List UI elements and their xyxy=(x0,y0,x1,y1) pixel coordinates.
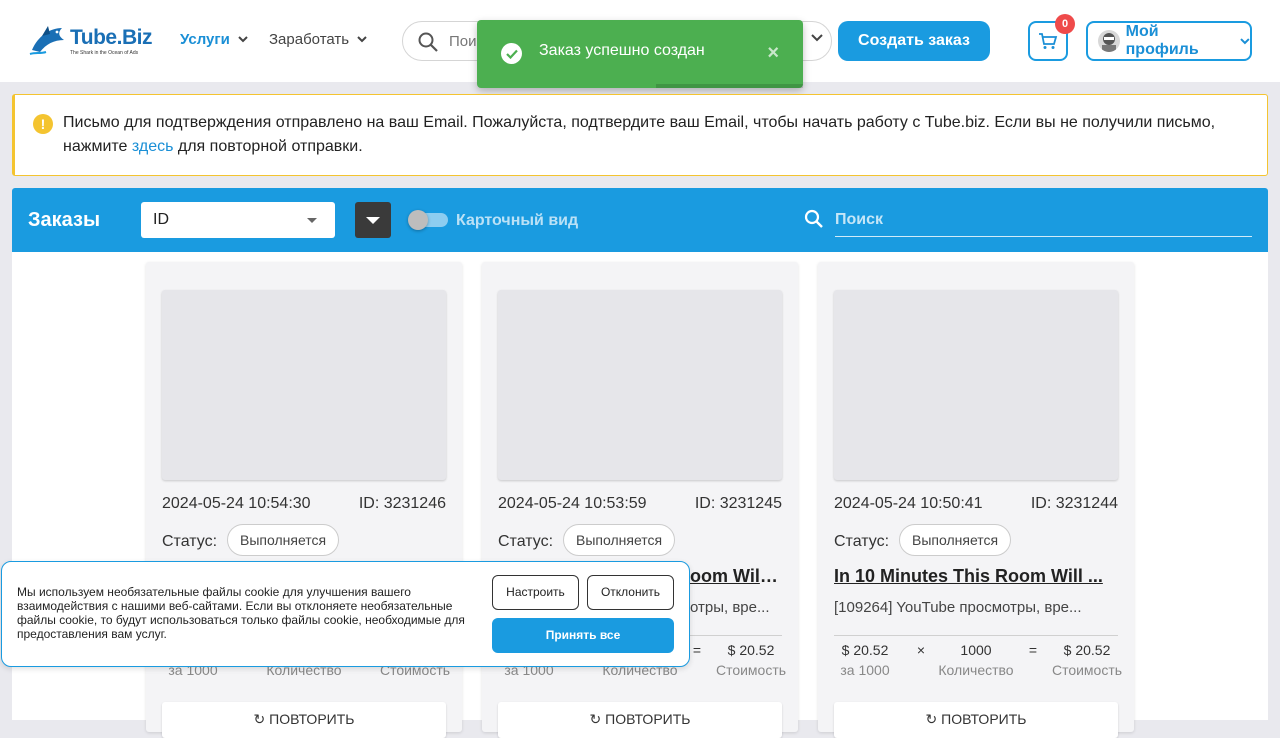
warning-text: Письмо для подтверждения отправлено на в… xyxy=(63,111,1253,159)
header-search-placeholder: Пои xyxy=(449,33,477,50)
orders-search-placeholder: Поиск xyxy=(835,211,884,228)
orders-toolbar: Заказы ID Карточный вид Поиск xyxy=(12,188,1268,252)
avatar-icon xyxy=(1102,33,1116,52)
equals-sign: = xyxy=(692,642,702,658)
search-icon xyxy=(804,209,823,228)
cookie-decline-button[interactable]: Отклонить xyxy=(587,575,674,610)
equals-sign: = xyxy=(1028,642,1038,658)
search-icon xyxy=(418,32,438,52)
order-cost: $ 20.52 xyxy=(1063,642,1111,658)
repeat-button[interactable]: ↻ ПОВТОРИТЬ xyxy=(498,702,782,738)
cost-label: Стоимость xyxy=(1051,662,1123,678)
order-date: 2024-05-24 10:54:30 xyxy=(162,495,311,512)
chevron-down-icon xyxy=(1240,37,1250,44)
close-icon[interactable]: × xyxy=(767,42,779,65)
order-title[interactable]: oom Will ... xyxy=(690,566,782,587)
status-badge: Выполняется xyxy=(227,524,340,556)
nav-services[interactable]: Услуги xyxy=(180,31,248,48)
cart-count-badge: 0 xyxy=(1055,14,1075,34)
order-id: ID: 3231244 xyxy=(1030,495,1118,512)
status-label: Статус: xyxy=(162,533,218,550)
caret-down-icon xyxy=(366,217,380,224)
repeat-icon: ↻ xyxy=(253,711,270,727)
toast-message: Заказ успешно создан xyxy=(539,42,705,59)
warning-icon: ! xyxy=(33,114,53,134)
chevron-down-icon[interactable] xyxy=(811,34,823,42)
cookie-configure-button[interactable]: Настроить xyxy=(492,575,579,610)
repeat-label: ПОВТОРИТЬ xyxy=(269,711,355,727)
video-thumbnail[interactable] xyxy=(834,290,1118,480)
order-date: 2024-05-24 10:50:41 xyxy=(834,495,983,512)
repeat-label: ПОВТОРИТЬ xyxy=(941,711,1027,727)
email-warning-banner: ! Письмо для подтверждения отправлено на… xyxy=(12,94,1268,176)
cart-icon xyxy=(1039,33,1058,49)
sort-direction-button[interactable] xyxy=(355,202,391,238)
divider xyxy=(834,635,1118,636)
profile-menu-button[interactable]: Мой профиль xyxy=(1086,21,1252,61)
times-sign: × xyxy=(916,642,926,658)
order-id: ID: 3231245 xyxy=(694,495,782,512)
sort-field-select[interactable]: ID xyxy=(141,202,335,238)
repeat-icon: ↻ xyxy=(925,711,942,727)
video-thumbnail[interactable] xyxy=(498,290,782,480)
logo-tagline: The Shark in the Ocean of Ads xyxy=(70,50,139,56)
cookie-consent-banner: Мы используем необязательные файлы cooki… xyxy=(1,561,690,667)
profile-label: Мой профиль xyxy=(1125,23,1199,58)
status-badge: Выполняется xyxy=(563,524,676,556)
warning-text-after: для повторной отправки. xyxy=(173,138,363,155)
status-badge: Выполняется xyxy=(899,524,1012,556)
order-quantity: 1000 xyxy=(960,642,992,658)
logo-text: Tube.Biz xyxy=(70,26,152,49)
check-icon xyxy=(501,43,522,64)
nav-earn-label: Заработать xyxy=(269,31,350,48)
repeat-icon: ↻ xyxy=(589,711,606,727)
order-id: ID: 3231246 xyxy=(358,495,446,512)
dropdown-arrow-icon xyxy=(307,218,317,223)
repeat-button[interactable]: ↻ ПОВТОРИТЬ xyxy=(162,702,446,738)
avatar xyxy=(1098,30,1120,52)
orders-title: Заказы xyxy=(28,209,101,231)
orders-search-input[interactable]: Поиск xyxy=(835,206,1252,237)
success-toast: Заказ успешно создан × xyxy=(477,20,803,88)
nav-services-label: Услуги xyxy=(180,31,230,48)
repeat-label: ПОВТОРИТЬ xyxy=(605,711,691,727)
toggle-knob xyxy=(408,210,428,230)
order-service: [109264] YouTube просмотры, вре... xyxy=(834,599,1082,616)
order-title[interactable]: In 10 Minutes This Room Will ... xyxy=(834,566,1118,587)
video-thumbnail[interactable] xyxy=(162,290,446,480)
cookie-accept-all-button[interactable]: Принять все xyxy=(492,618,674,653)
status-label: Статус: xyxy=(834,533,890,550)
repeat-button[interactable]: ↻ ПОВТОРИТЬ xyxy=(834,702,1118,738)
resend-link[interactable]: здесь xyxy=(132,138,174,155)
create-order-button[interactable]: Создать заказ xyxy=(838,21,990,61)
card-view-toggle[interactable] xyxy=(408,210,448,230)
order-date: 2024-05-24 10:53:59 xyxy=(498,495,647,512)
order-cost: $ 20.52 xyxy=(727,642,775,658)
card-view-label: Карточный вид xyxy=(456,212,579,229)
order-price: $ 20.52 xyxy=(841,642,889,658)
cost-label: Стоимость xyxy=(715,662,787,678)
order-service: отры, вре... xyxy=(690,599,770,616)
price-label: за 1000 xyxy=(840,662,890,678)
cookie-text: Мы используем необязательные файлы cooki… xyxy=(17,585,465,641)
chevron-down-icon xyxy=(357,36,367,43)
chevron-down-icon xyxy=(238,36,248,43)
toast-progress-bar xyxy=(656,84,803,88)
shark-logo-icon xyxy=(29,26,64,55)
logo[interactable]: Tube.Biz The Shark in the Ocean of Ads xyxy=(28,22,152,60)
quantity-label: Количество xyxy=(938,662,1014,678)
status-label: Статус: xyxy=(498,533,554,550)
sort-field-value: ID xyxy=(153,211,169,228)
order-card: 2024-05-24 10:50:41 ID: 3231244 Статус: … xyxy=(818,262,1134,738)
nav-earn[interactable]: Заработать xyxy=(269,31,367,48)
